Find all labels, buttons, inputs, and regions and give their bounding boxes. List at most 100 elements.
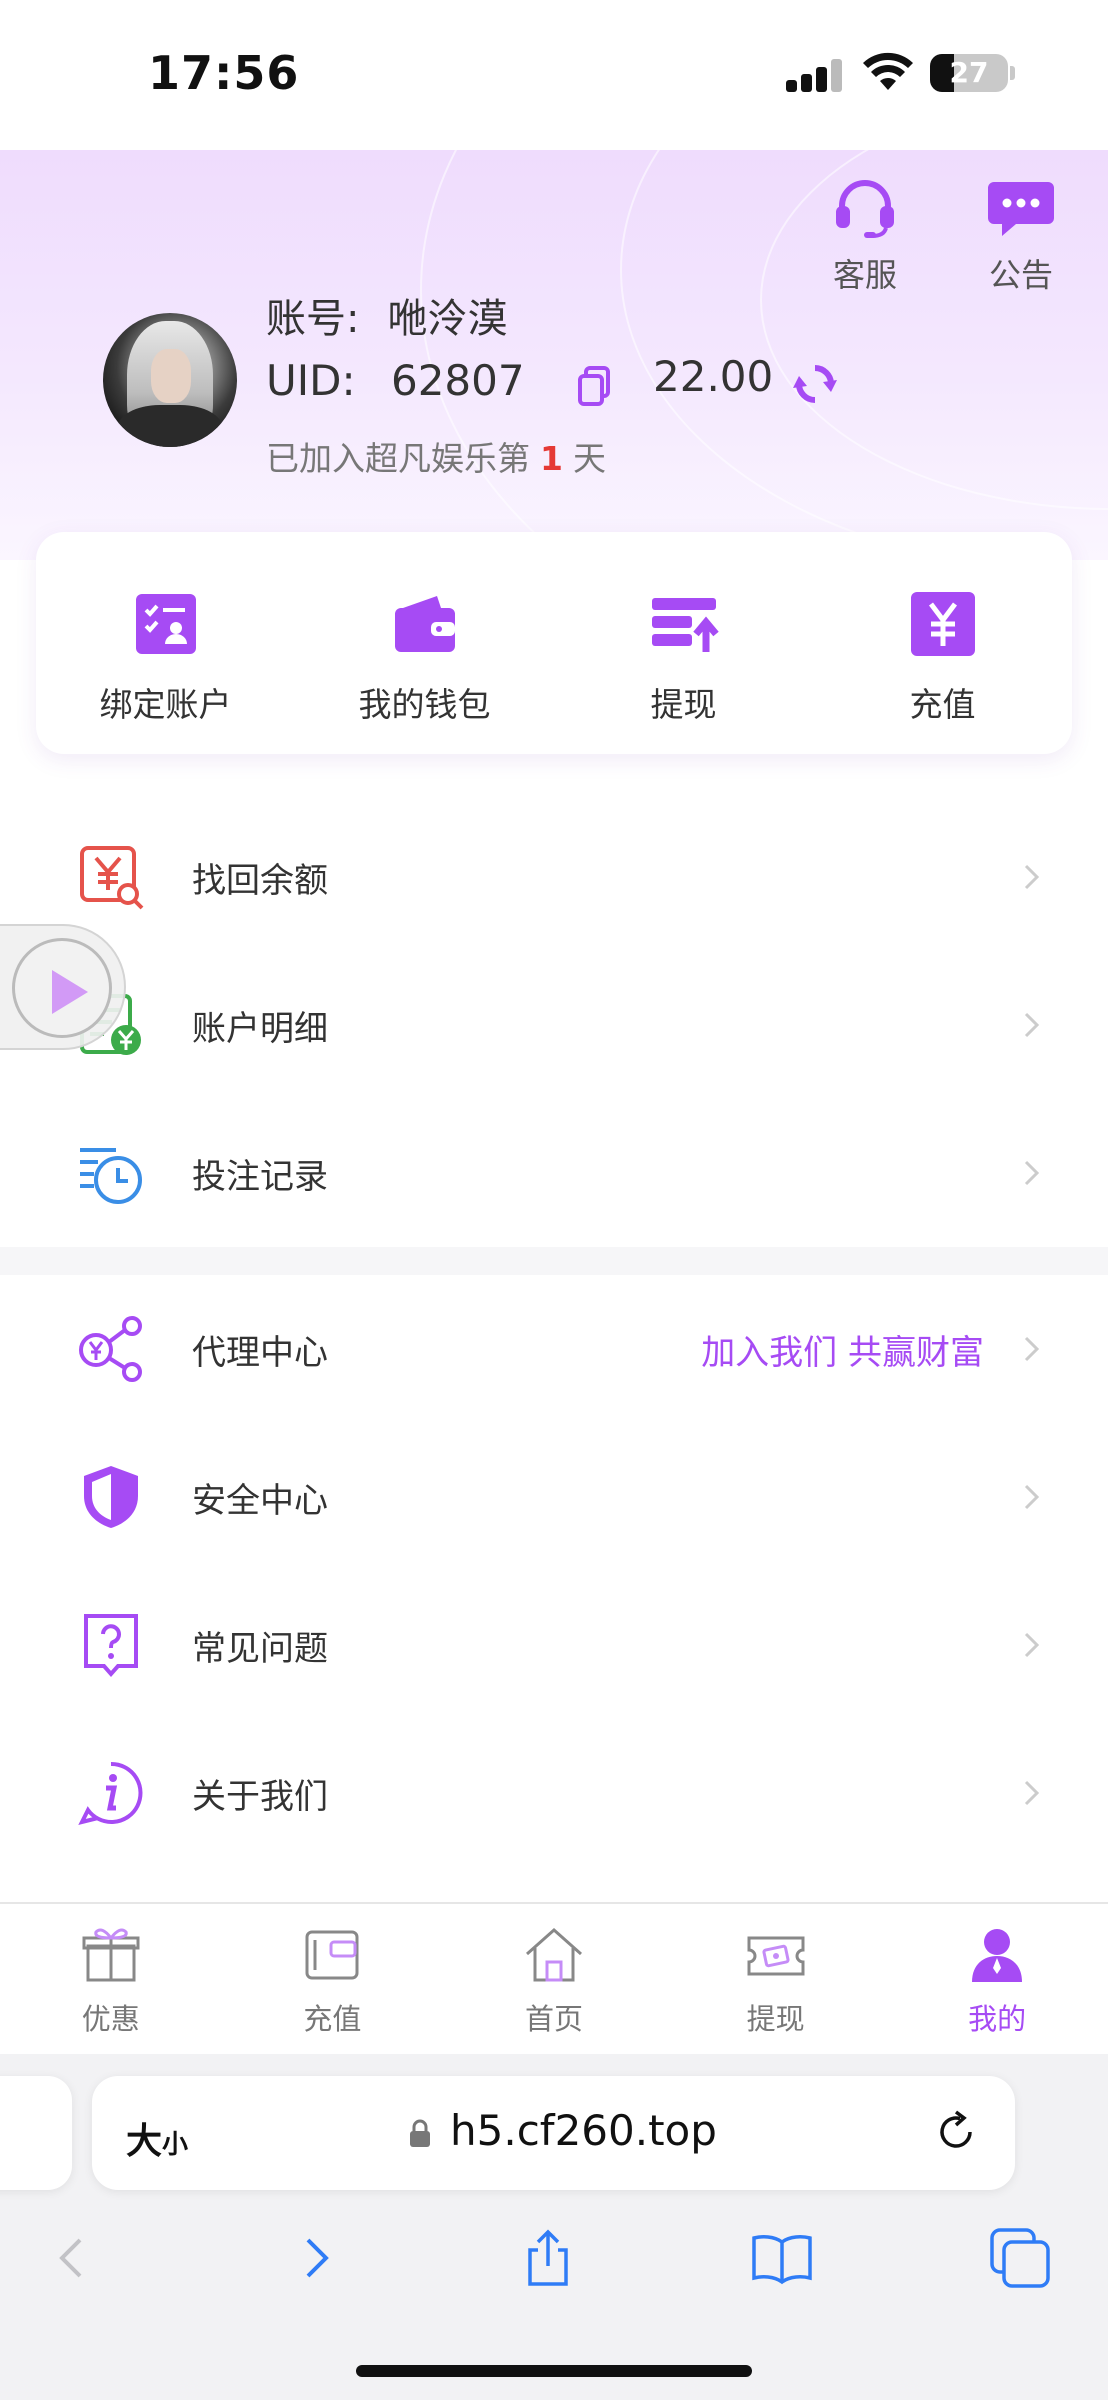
copy-icon[interactable] [577, 366, 611, 406]
menu-label: 关于我们 [192, 1776, 328, 1817]
chat-bubble-icon [988, 182, 1054, 236]
withdraw-icon [651, 598, 719, 652]
menu-item-about-us[interactable]: 关于我们 [0, 1719, 1108, 1867]
floating-play-button[interactable] [0, 924, 126, 1050]
uid-line: UID: 62807 [266, 356, 525, 405]
tab-offers[interactable]: 优惠 [0, 1904, 222, 2054]
previous-tab-preview[interactable] [0, 2076, 72, 2190]
menu-group-services: 代理中心 加入我们 共赢财富 安全中心 常见问题 关于我们 [0, 1275, 1108, 1867]
menu-item-faq[interactable]: 常见问题 [0, 1571, 1108, 1719]
shield-icon [84, 1466, 138, 1528]
menu-item-account-details[interactable]: 账户明细 [0, 951, 1108, 1099]
menu-group-funds: 找回余额 账户明细 投注记录 [0, 803, 1108, 1247]
card-icon [305, 1930, 359, 1980]
customer-service-button[interactable]: 客服 [805, 178, 925, 296]
join-days-count: 1 [540, 439, 563, 478]
my-wallet-button[interactable]: 我的钱包 [295, 532, 554, 754]
account-key: 账号: [266, 296, 360, 342]
balance-amount: 22.00 [653, 352, 774, 401]
tab-label: 我的 [968, 2002, 1027, 2036]
chevron-right-icon [1024, 864, 1040, 890]
customer-service-label: 客服 [832, 256, 897, 294]
tab-recharge[interactable]: 充值 [222, 1904, 444, 2054]
withdraw-label: 提现 [650, 685, 717, 724]
chevron-right-icon [1024, 1012, 1040, 1038]
browser-toolbar: 大小 h5.cf260.top [0, 2054, 1108, 2400]
profile-header: 客服 公告 账号: 咃泠漠 UID: 62807 22.00 已加入超凡娱乐第 1 天 [0, 150, 1108, 560]
wallet-icon [394, 596, 455, 652]
chevron-right-icon [1024, 1336, 1040, 1362]
wifi-icon [863, 52, 913, 90]
announcement-button[interactable]: 公告 [961, 178, 1081, 296]
lock-icon [410, 2119, 430, 2147]
account-name: 咃泠漠 [387, 296, 508, 342]
menu-item-security-center[interactable]: 安全中心 [0, 1423, 1108, 1571]
menu-item-bet-records[interactable]: 投注记录 [0, 1099, 1108, 1247]
tab-label: 首页 [524, 2002, 583, 2036]
play-icon [52, 970, 88, 1014]
faq-icon [84, 1614, 138, 1678]
bind-account-button[interactable]: 绑定账户 [36, 532, 295, 754]
about-us-icon [78, 1761, 143, 1825]
bet-records-icon [80, 1148, 142, 1204]
bind-account-icon [135, 594, 196, 654]
chevron-right-icon [1024, 1160, 1040, 1186]
battery-level: 27 [949, 56, 989, 89]
account-line: 账号: 咃泠漠 [266, 286, 507, 344]
share-icon[interactable] [516, 2226, 580, 2290]
home-indicator [356, 2365, 752, 2377]
status-time: 17:56 [148, 46, 300, 100]
recharge-icon [910, 592, 975, 656]
text-size-button[interactable]: 大小 [126, 2112, 188, 2164]
section-divider [0, 1247, 1108, 1275]
bind-account-label: 绑定账户 [99, 685, 232, 724]
refresh-icon[interactable] [793, 362, 837, 406]
forward-icon[interactable] [284, 2226, 348, 2290]
tab-mine[interactable]: 我的 [886, 1904, 1108, 2054]
chevron-right-icon [1024, 1780, 1040, 1806]
uid-value: 62807 [390, 356, 525, 405]
tab-label: 优惠 [81, 2002, 140, 2036]
tab-label: 充值 [303, 2002, 362, 2036]
cash-icon [747, 1936, 805, 1976]
announcement-label: 公告 [988, 256, 1053, 294]
agent-center-icon [79, 1316, 142, 1382]
menu-label: 找回余额 [192, 860, 328, 901]
chevron-right-icon [1024, 1632, 1040, 1658]
recover-balance-icon [80, 846, 144, 910]
uid-key: UID: [266, 356, 356, 405]
status-bar: 17:56 27 [0, 0, 1108, 150]
menu-item-recover-balance[interactable]: 找回余额 [0, 803, 1108, 951]
recharge-label: 充值 [909, 685, 976, 724]
menu-label: 安全中心 [192, 1480, 328, 1521]
withdraw-button[interactable]: 提现 [554, 532, 813, 754]
menu-label: 账户明细 [192, 1008, 328, 1049]
bottom-tab-bar: 优惠 充值 首页 提现 我的 [0, 1902, 1108, 2054]
avatar[interactable] [103, 313, 237, 447]
agent-promo-text: 加入我们 共赢财富 [701, 1332, 984, 1373]
headset-icon [836, 180, 894, 238]
quick-actions-card: 绑定账户 我的钱包 提现 充值 [36, 532, 1072, 754]
home-icon [525, 1927, 582, 1982]
tab-home[interactable]: 首页 [443, 1904, 665, 2054]
menu-item-agent-center[interactable]: 代理中心 加入我们 共赢财富 [0, 1275, 1108, 1423]
menu-label: 代理中心 [192, 1332, 328, 1373]
address-bar[interactable]: 大小 h5.cf260.top [92, 2076, 1015, 2190]
battery-icon: 27 [930, 54, 1008, 92]
gift-icon [82, 1928, 140, 1982]
tabs-icon[interactable] [988, 2226, 1052, 2290]
profile-icon [972, 1929, 1023, 1982]
tab-withdraw[interactable]: 提现 [665, 1904, 887, 2054]
menu-label: 常见问题 [192, 1628, 328, 1669]
tab-label: 提现 [746, 2002, 805, 2036]
join-days-text: 已加入超凡娱乐第 1 天 [266, 439, 606, 478]
recharge-button[interactable]: 充值 [813, 532, 1072, 754]
menu-label: 投注记录 [192, 1156, 328, 1197]
bookmarks-icon[interactable] [750, 2226, 814, 2290]
my-wallet-label: 我的钱包 [358, 685, 491, 724]
reload-icon[interactable] [934, 2110, 978, 2154]
chevron-right-icon [1024, 1484, 1040, 1510]
back-icon[interactable] [42, 2226, 106, 2290]
cellular-signal-icon [786, 58, 844, 92]
url-text: h5.cf260.top [450, 2106, 717, 2155]
